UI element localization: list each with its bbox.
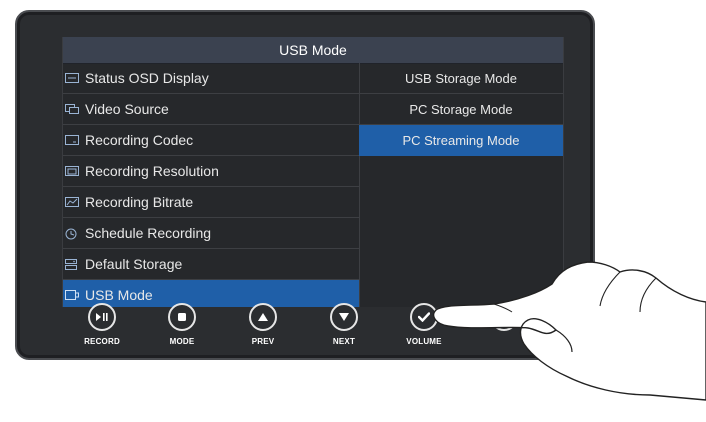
pointing-hand-illustration: [432, 261, 706, 401]
